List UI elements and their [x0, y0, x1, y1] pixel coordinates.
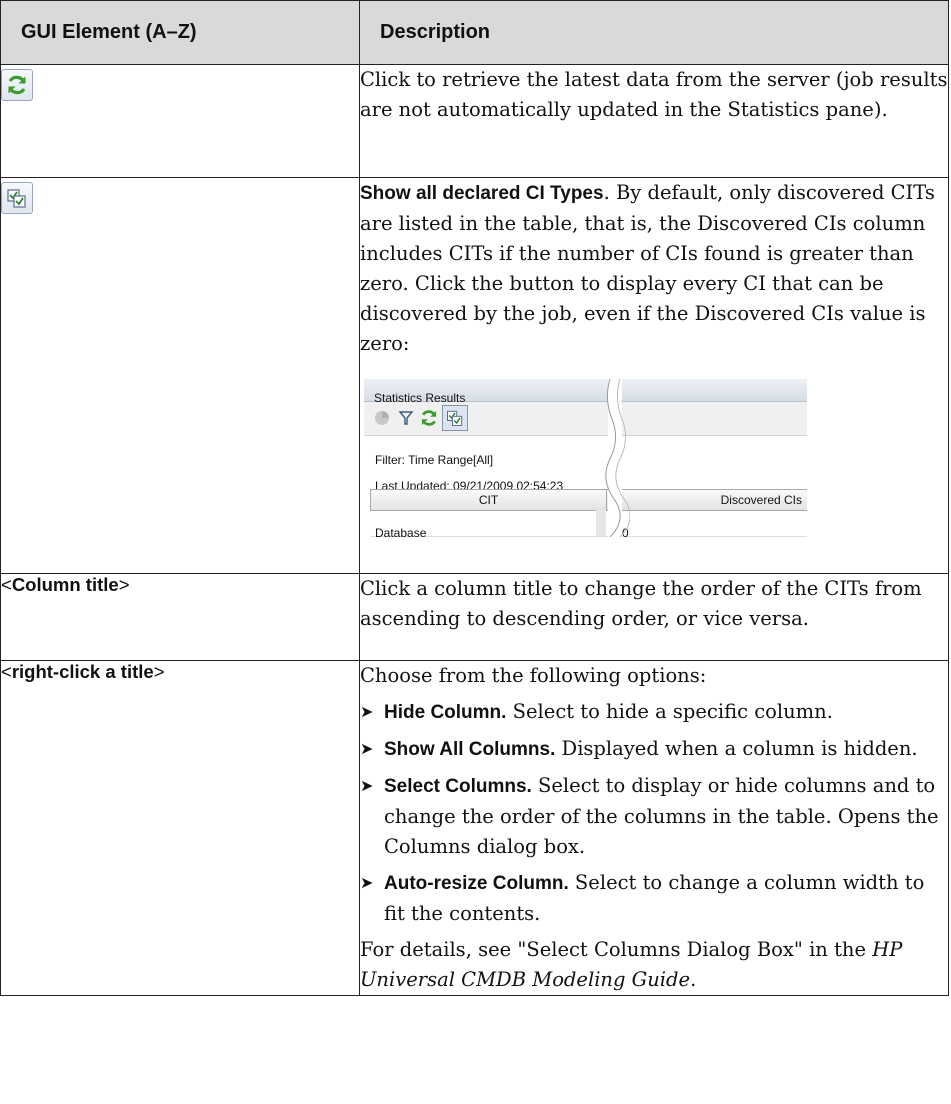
list-item: ➤ Select Columns. Select to display or h… — [360, 771, 948, 862]
option-name: Hide Column. — [384, 702, 507, 723]
bullet-arrow-icon: ➤ — [360, 702, 374, 721]
option-text: Select to hide a specific column. — [506, 700, 833, 723]
discovered-cis-column-header: Discovered CIs — [606, 489, 807, 511]
description-rest: . By default, only discovered CITs are l… — [360, 181, 935, 355]
description-cell: Click to retrieve the latest data from t… — [359, 64, 949, 178]
feature-name: Show all declared CI Types — [360, 183, 604, 204]
lt-bracket: < — [1, 574, 12, 595]
header-gui-element: GUI Element (A–Z) — [0, 0, 360, 65]
element-title: right-click a title — [11, 661, 154, 682]
cut-line — [605, 379, 630, 537]
table-header-row: GUI Element (A–Z) Description — [0, 0, 949, 65]
lt-bracket: < — [1, 661, 12, 682]
gui-element-cell — [0, 177, 360, 574]
gui-element-cell — [0, 64, 360, 178]
filter-icon — [398, 411, 414, 425]
refresh-icon — [1, 69, 33, 101]
table-row: Show all declared CI Types. By default, … — [0, 177, 949, 574]
description-text: Click a column title to change the order… — [360, 577, 922, 630]
option-name: Show All Columns. — [384, 739, 556, 760]
description-text: Click to retrieve the latest data from t… — [360, 68, 948, 121]
header-description: Description — [359, 0, 949, 65]
cit-column-header: CIT — [370, 489, 607, 511]
gui-element-cell: <Column title> — [0, 573, 360, 661]
details-pre: For details, see "Select Columns Dialog … — [360, 938, 873, 961]
disabled-chart-icon — [375, 411, 389, 425]
gui-element-table: GUI Element (A–Z) Description Click to r… — [0, 0, 949, 996]
table-row: <right-click a title> Choose from the fo… — [0, 660, 949, 996]
details-post: . — [690, 968, 697, 991]
option-text: Displayed when a column is hidden. — [555, 737, 918, 760]
element-title: Column title — [11, 574, 119, 595]
element-name: <Column title> — [1, 574, 130, 595]
description-cell: Show all declared CI Types. By default, … — [359, 177, 949, 574]
gt-bracket: > — [153, 661, 165, 682]
show-all-cit-icon — [1, 182, 33, 214]
list-item: ➤ Show All Columns. Displayed when a col… — [360, 734, 948, 765]
bullet-arrow-icon: ➤ — [360, 776, 374, 795]
element-name: <right-click a title> — [1, 661, 165, 682]
description-text: Show all declared CI Types. By default, … — [360, 178, 948, 359]
cit-cell: Database — [375, 526, 427, 537]
details-text: For details, see "Select Columns Dialog … — [360, 935, 948, 995]
description-cell: Click a column title to change the order… — [359, 573, 949, 661]
table-row: Click to retrieve the latest data from t… — [0, 64, 949, 178]
list-item: ➤ Hide Column. Select to hide a specific… — [360, 697, 948, 728]
show-all-cit-icon — [447, 410, 463, 426]
show-all-cit-button — [442, 405, 468, 431]
screenshot-toolbar — [364, 402, 807, 436]
bullet-arrow-icon: ➤ — [360, 873, 374, 892]
list-item: ➤ Auto-resize Column. Select to change a… — [360, 868, 948, 929]
bullet-arrow-icon: ➤ — [360, 739, 374, 758]
screenshot-table-row — [370, 509, 807, 537]
discovered-cis-label: Discovered CIs — [720, 493, 802, 507]
option-name: Auto-resize Column. — [384, 873, 569, 894]
gui-element-cell: <right-click a title> — [0, 660, 360, 996]
screenshot-title-bar: Statistics Results — [364, 379, 807, 405]
intro-text: Choose from the following options: — [360, 664, 707, 687]
statistics-results-screenshot: Statistics Results Filter: Time Range[Al… — [364, 379, 807, 537]
gt-bracket: > — [118, 574, 130, 595]
table-row: <Column title> Click a column title to c… — [0, 573, 949, 661]
refresh-icon — [421, 410, 437, 426]
option-name: Select Columns. — [384, 776, 532, 797]
description-cell: Choose from the following options: ➤ Hid… — [359, 660, 949, 996]
